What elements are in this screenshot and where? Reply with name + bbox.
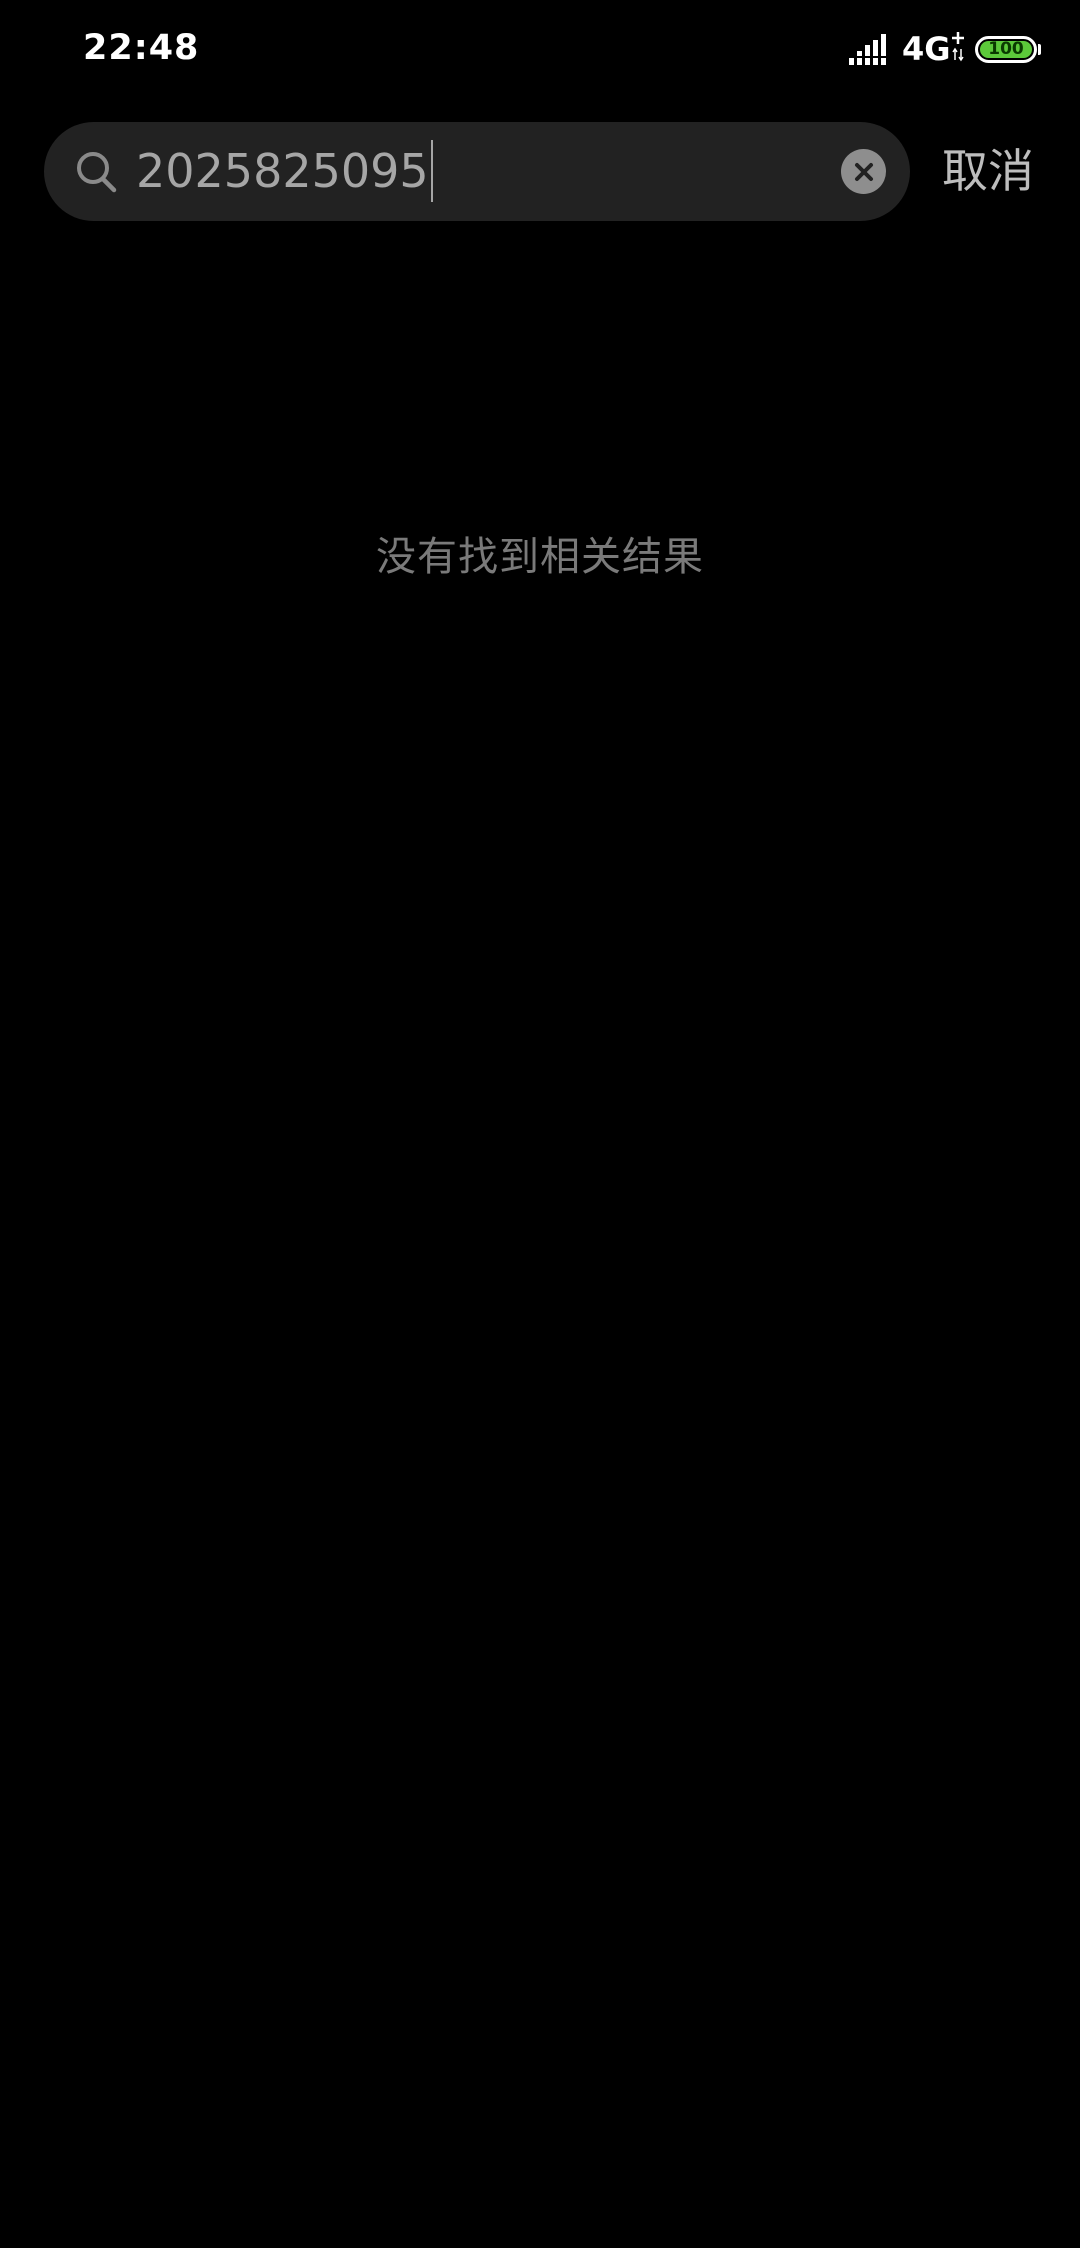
clear-search-button[interactable] — [841, 149, 886, 194]
battery-fill: 100 — [980, 41, 1032, 58]
signal-bars-icon — [849, 34, 886, 65]
battery-icon: 100 — [975, 36, 1037, 63]
search-icon — [77, 152, 117, 193]
status-time: 22:48 — [83, 28, 200, 68]
close-icon — [854, 162, 873, 181]
empty-results-message: 没有找到相关结果 — [376, 534, 704, 580]
cancel-button[interactable]: 取消 — [942, 140, 1034, 202]
text-caret — [430, 140, 433, 202]
network-type: 4G — [902, 30, 951, 68]
search-bar[interactable] — [44, 122, 910, 221]
battery-level: 100 — [988, 39, 1024, 59]
battery-nub — [1038, 44, 1041, 55]
status-bar: 22:48 4G 100 — [0, 0, 1080, 100]
search-input[interactable] — [136, 140, 816, 202]
data-activity-icon — [952, 32, 964, 62]
